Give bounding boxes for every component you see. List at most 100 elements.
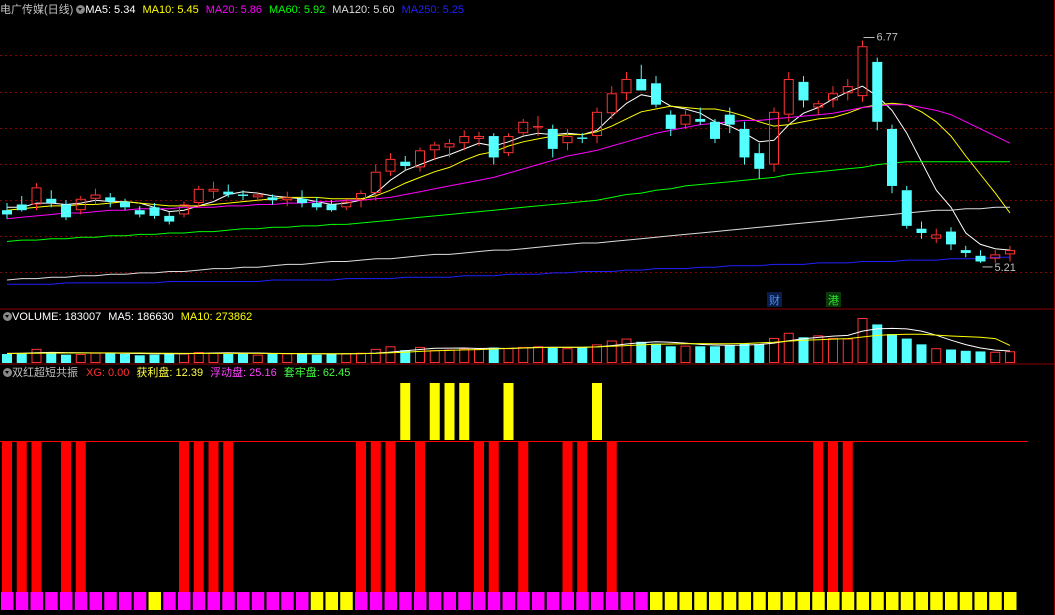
ma-line-ma120 <box>6 206 1010 281</box>
xg-bar <box>75 442 86 592</box>
volume-bar <box>695 346 706 363</box>
volume-bar <box>960 350 971 363</box>
volume-bar <box>562 348 573 364</box>
candle <box>783 79 794 115</box>
xg-bar <box>193 442 204 592</box>
ma-label-1: MA10: 5.45 <box>142 4 199 16</box>
volume-bar <box>208 352 219 364</box>
candle <box>385 158 396 172</box>
event-tag: 财 <box>769 293 780 307</box>
xg-bar <box>356 442 366 592</box>
xg-bottom-bar <box>664 592 678 610</box>
volume-bar <box>46 352 57 363</box>
volume-bar <box>946 349 956 363</box>
volume-bar <box>179 353 189 364</box>
candle <box>297 198 307 204</box>
xg-bottom-bar <box>119 592 132 610</box>
xg-bottom-bar <box>723 592 737 610</box>
volume-bar <box>134 355 145 363</box>
xg-bar <box>385 442 396 592</box>
volume-bar <box>754 344 765 363</box>
xg-bar <box>606 442 617 592</box>
xg-bottom-bar <box>473 592 486 610</box>
volume-ma10-line <box>6 333 1011 355</box>
xg-bottom-bar <box>974 592 987 610</box>
xg-bottom-bar <box>605 592 619 610</box>
volume-bar <box>828 337 838 363</box>
candle <box>990 254 1001 259</box>
xg-bottom-bar <box>532 592 545 610</box>
volume-bar <box>267 354 278 363</box>
xg-bottom-bar <box>192 592 206 610</box>
volume-bar <box>488 347 499 363</box>
volume-bar <box>356 352 366 364</box>
kline-chart[interactable]: 6.77 5.21 财 港 <box>0 0 1055 615</box>
indicator-label-2: 浮动盘: 25.16 <box>210 367 277 379</box>
xg-bottom-bar <box>768 592 781 610</box>
volume-bar <box>724 345 735 363</box>
volume-bar <box>149 354 160 363</box>
volume-bar <box>297 354 307 363</box>
xg-bottom-bar <box>812 592 825 610</box>
volume-bar <box>223 354 234 363</box>
xg-bottom-bar <box>871 592 884 610</box>
xg-bar <box>828 442 838 592</box>
candle <box>946 231 956 245</box>
candle <box>326 204 337 211</box>
indicator-label-1: 获利盘: 12.39 <box>136 367 204 379</box>
xg-bottom-bar <box>856 592 869 610</box>
xg-bottom-bar <box>310 592 324 610</box>
candle <box>267 197 278 201</box>
candle <box>134 210 145 215</box>
volume-bar <box>547 347 558 363</box>
volume-bar <box>193 352 204 364</box>
volume-bar <box>164 354 175 363</box>
volume-bar <box>61 354 71 363</box>
volume-bar <box>798 337 809 363</box>
xg-bottom-bar <box>620 592 633 610</box>
xg-bar <box>562 442 573 592</box>
volume-label-2: MA10: 273862 <box>180 311 253 323</box>
xg-bar <box>2 442 12 592</box>
xg-bar <box>223 442 234 592</box>
volume-bar <box>503 348 514 364</box>
candle <box>474 136 484 139</box>
xg-bottom-bar <box>458 592 471 610</box>
ma-line-ma20 <box>6 104 1011 220</box>
candle <box>223 191 234 195</box>
indicator-panel-header: 双红超短共振 XG: 0.00 获利盘: 12.39 浮动盘: 25.16 套牢盘: 6… <box>0 365 357 381</box>
xg-bottom-bar <box>60 592 73 610</box>
candle <box>577 137 588 139</box>
ma-line-ma250 <box>7 256 1010 285</box>
low-price-label: 5.21 <box>995 262 1016 274</box>
candle <box>518 121 529 134</box>
xg-bar <box>179 442 189 592</box>
xg-bottom-bar <box>1004 592 1017 610</box>
candle <box>680 114 691 125</box>
ma-label-3: MA60: 5.92 <box>269 4 326 16</box>
candle <box>149 207 160 216</box>
volume-bar <box>606 340 617 363</box>
xg-bar <box>444 383 455 440</box>
collapse-icon[interactable] <box>3 368 12 377</box>
stock-title: 电广传媒(日线) <box>0 4 74 16</box>
candle <box>238 194 248 196</box>
xg-bottom-bar <box>355 592 368 610</box>
volume-bar <box>916 344 927 363</box>
xg-bottom-bar <box>30 592 43 610</box>
candle <box>282 197 293 201</box>
price-panel-header: 电广传媒(日线) MA5: 5.34 MA10: 5.45 MA20: 5.86 MA6… <box>0 2 471 18</box>
volume-bar <box>931 348 942 364</box>
candle <box>547 128 558 149</box>
volume-bar <box>518 346 529 363</box>
volume-bar <box>533 346 543 363</box>
xg-bottom-bar <box>384 592 397 610</box>
collapse-icon[interactable] <box>3 312 12 321</box>
xg-bottom-bar <box>428 592 442 610</box>
volume-bar <box>872 324 883 363</box>
candle <box>651 83 661 105</box>
xg-bottom-bar <box>989 592 1002 610</box>
candle <box>400 161 411 166</box>
collapse-icon[interactable] <box>76 5 86 14</box>
volume-ma5-line <box>6 327 1011 355</box>
